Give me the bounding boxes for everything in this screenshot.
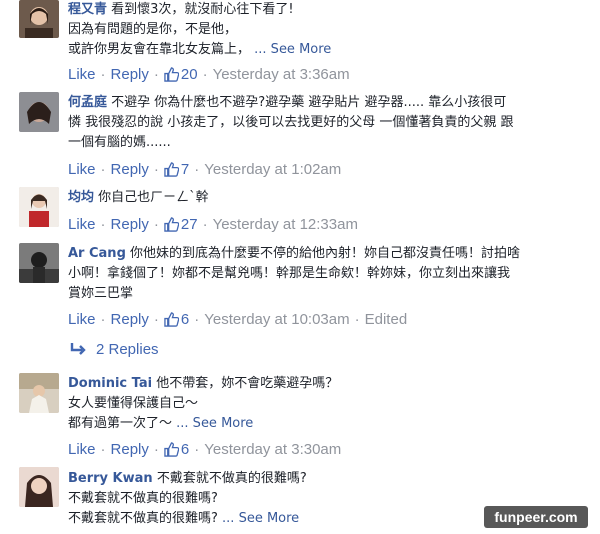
comment-timestamp[interactable]: Yesterday at 12:33am [213,216,358,233]
comment-body: Dominic Tai 他不帶套，妳不會吃藥避孕嗎？ 女人要懂得保護自己～ 都有… [68,374,590,434]
thumbs-up-icon [164,217,179,232]
reply-link[interactable]: Reply [111,161,149,178]
comment-text: 你自己也ㄏㄧㄥˋ幹 [98,190,209,205]
comment-text: 不戴套就不做真的很難嗎? [156,471,307,486]
separator: · [202,216,208,233]
avatar[interactable] [19,92,59,132]
comment-text: 因為有問題的是你，不是他， [68,22,238,37]
like-count[interactable]: 27 [164,216,198,233]
comment-actions: Like · Reply · 27 · Yesterday at 12:33am [68,215,358,235]
like-count-number: 20 [180,66,198,83]
avatar[interactable] [19,373,59,413]
comment-text: 女人要懂得保護自己～ [68,396,199,411]
separator: · [100,161,106,178]
comment-actions: Like · Reply · 20 · Yesterday at 3:36am [68,65,350,85]
like-count-number: 27 [180,216,198,233]
reply-link[interactable]: Reply [111,311,149,328]
like-count-number: 7 [180,161,190,178]
avatar-photo-icon [19,243,59,283]
separator: · [100,66,106,83]
like-count[interactable]: 6 [164,441,189,458]
comment-actions: Like · Reply · 7 · Yesterday at 1:02am [68,160,341,180]
comment-text: 你他妹的到底為什麼要不停的給他內射！妳自己都沒責任嗎！討拍啥 [130,246,521,261]
reply-link[interactable]: Reply [111,441,149,458]
comment-author[interactable]: 均均 [68,190,94,205]
separator: · [100,441,106,458]
like-count-number: 6 [180,311,190,328]
separator: · [153,216,159,233]
view-replies-link[interactable]: 2 Replies [70,340,159,360]
reply-link[interactable]: Reply [111,216,149,233]
thumbs-up-icon [164,67,179,82]
comment-timestamp[interactable]: Yesterday at 1:02am [204,161,341,178]
like-count[interactable]: 20 [164,66,198,83]
comment-timestamp[interactable]: Yesterday at 3:36am [213,66,350,83]
separator: · [194,441,200,458]
comment-text: 小啊！拿錢個了！妳都不是幫兇嗎！幹那是生命欸！幹妳妹，你立刻出來讓我 [68,266,511,281]
comment-author[interactable]: 何孟庭 [68,95,107,110]
separator: · [100,216,106,233]
comment-author[interactable]: 程又青 [68,2,107,17]
comment-author[interactable]: Ar Cang [68,246,126,261]
comment-text: 賞妳三巴掌 [68,286,134,301]
like-link[interactable]: Like [68,161,96,178]
comment-text: 一個有腦的媽...... [68,135,171,150]
avatar-photo-icon [19,187,59,227]
avatar[interactable] [19,243,59,283]
comment-text: 不戴套就不做真的很難嗎? [68,491,218,506]
see-more-link[interactable]: ... See More [176,416,253,431]
comment-text: 憐 我很殘忍的說 小孩走了，以後可以去找更好的父母 一個懂著負責的父親 跟 [68,115,514,130]
see-more-link[interactable]: ... See More [222,511,299,526]
comment-text: 他不帶套，妳不會吃藥避孕嗎？ [156,376,339,391]
reply-link[interactable]: Reply [111,66,149,83]
separator: · [153,161,159,178]
thumbs-up-icon [164,312,179,327]
site-watermark: funpeer.com [484,506,588,528]
like-link[interactable]: Like [68,311,96,328]
comment-body: 程又青 看到懷3次，就沒耐心往下看了! 因為有問題的是你，不是他， 或許你男友會… [68,0,590,60]
comment-text: 不避孕 你為什麼也不避孕?避孕藥 避孕貼片 避孕器..... 靠么小孩很可 [111,95,507,110]
reply-arrow-icon [70,343,86,355]
separator: · [194,161,200,178]
like-count-number: 6 [180,441,190,458]
comment-body: 均均 你自己也ㄏㄧㄥˋ幹 [68,188,590,208]
like-count[interactable]: 7 [164,161,189,178]
comment-timestamp[interactable]: Yesterday at 3:30am [204,441,341,458]
comment-author[interactable]: Dominic Tai [68,376,152,391]
separator: · [153,311,159,328]
avatar-photo-icon [19,467,59,507]
separator: · [194,311,200,328]
comment-text: 或許你男友會在靠北女友篇上， [68,42,251,57]
comment-timestamp[interactable]: Yesterday at 10:03am [204,311,349,328]
avatar-photo-icon [19,373,59,413]
comment-body: 何孟庭 不避孕 你為什麼也不避孕?避孕藥 避孕貼片 避孕器..... 靠么小孩很… [68,93,590,153]
comment-actions: Like · Reply · 6 · Yesterday at 10:03am · Edited [68,310,407,330]
separator: · [153,66,159,83]
like-count[interactable]: 6 [164,311,189,328]
comment-author[interactable]: Berry Kwan [68,471,153,486]
avatar-photo-icon [19,0,59,38]
comment-text: 都有過第一次了～ [68,416,173,431]
separator: · [354,311,360,328]
like-link[interactable]: Like [68,216,96,233]
thumbs-up-icon [164,442,179,457]
comment-actions: Like · Reply · 6 · Yesterday at 3:30am [68,440,341,460]
thumbs-up-icon [164,162,179,177]
like-link[interactable]: Like [68,441,96,458]
like-link[interactable]: Like [68,66,96,83]
separator: · [153,441,159,458]
avatar[interactable] [19,0,59,38]
comment-text: 不戴套就不做真的很難嗎? [68,511,218,526]
avatar-photo-icon [19,92,59,132]
separator: · [100,311,106,328]
comment-text: 看到懷3次，就沒耐心往下看了! [111,2,294,17]
comment-body: Ar Cang 你他妹的到底為什麼要不停的給他內射！妳自己都沒責任嗎！討拍啥 小… [68,244,590,304]
avatar[interactable] [19,467,59,507]
edited-label[interactable]: Edited [365,311,408,328]
separator: · [202,66,208,83]
see-more-link[interactable]: ... See More [254,42,331,57]
avatar[interactable] [19,187,59,227]
replies-count-label: 2 Replies [96,341,159,358]
